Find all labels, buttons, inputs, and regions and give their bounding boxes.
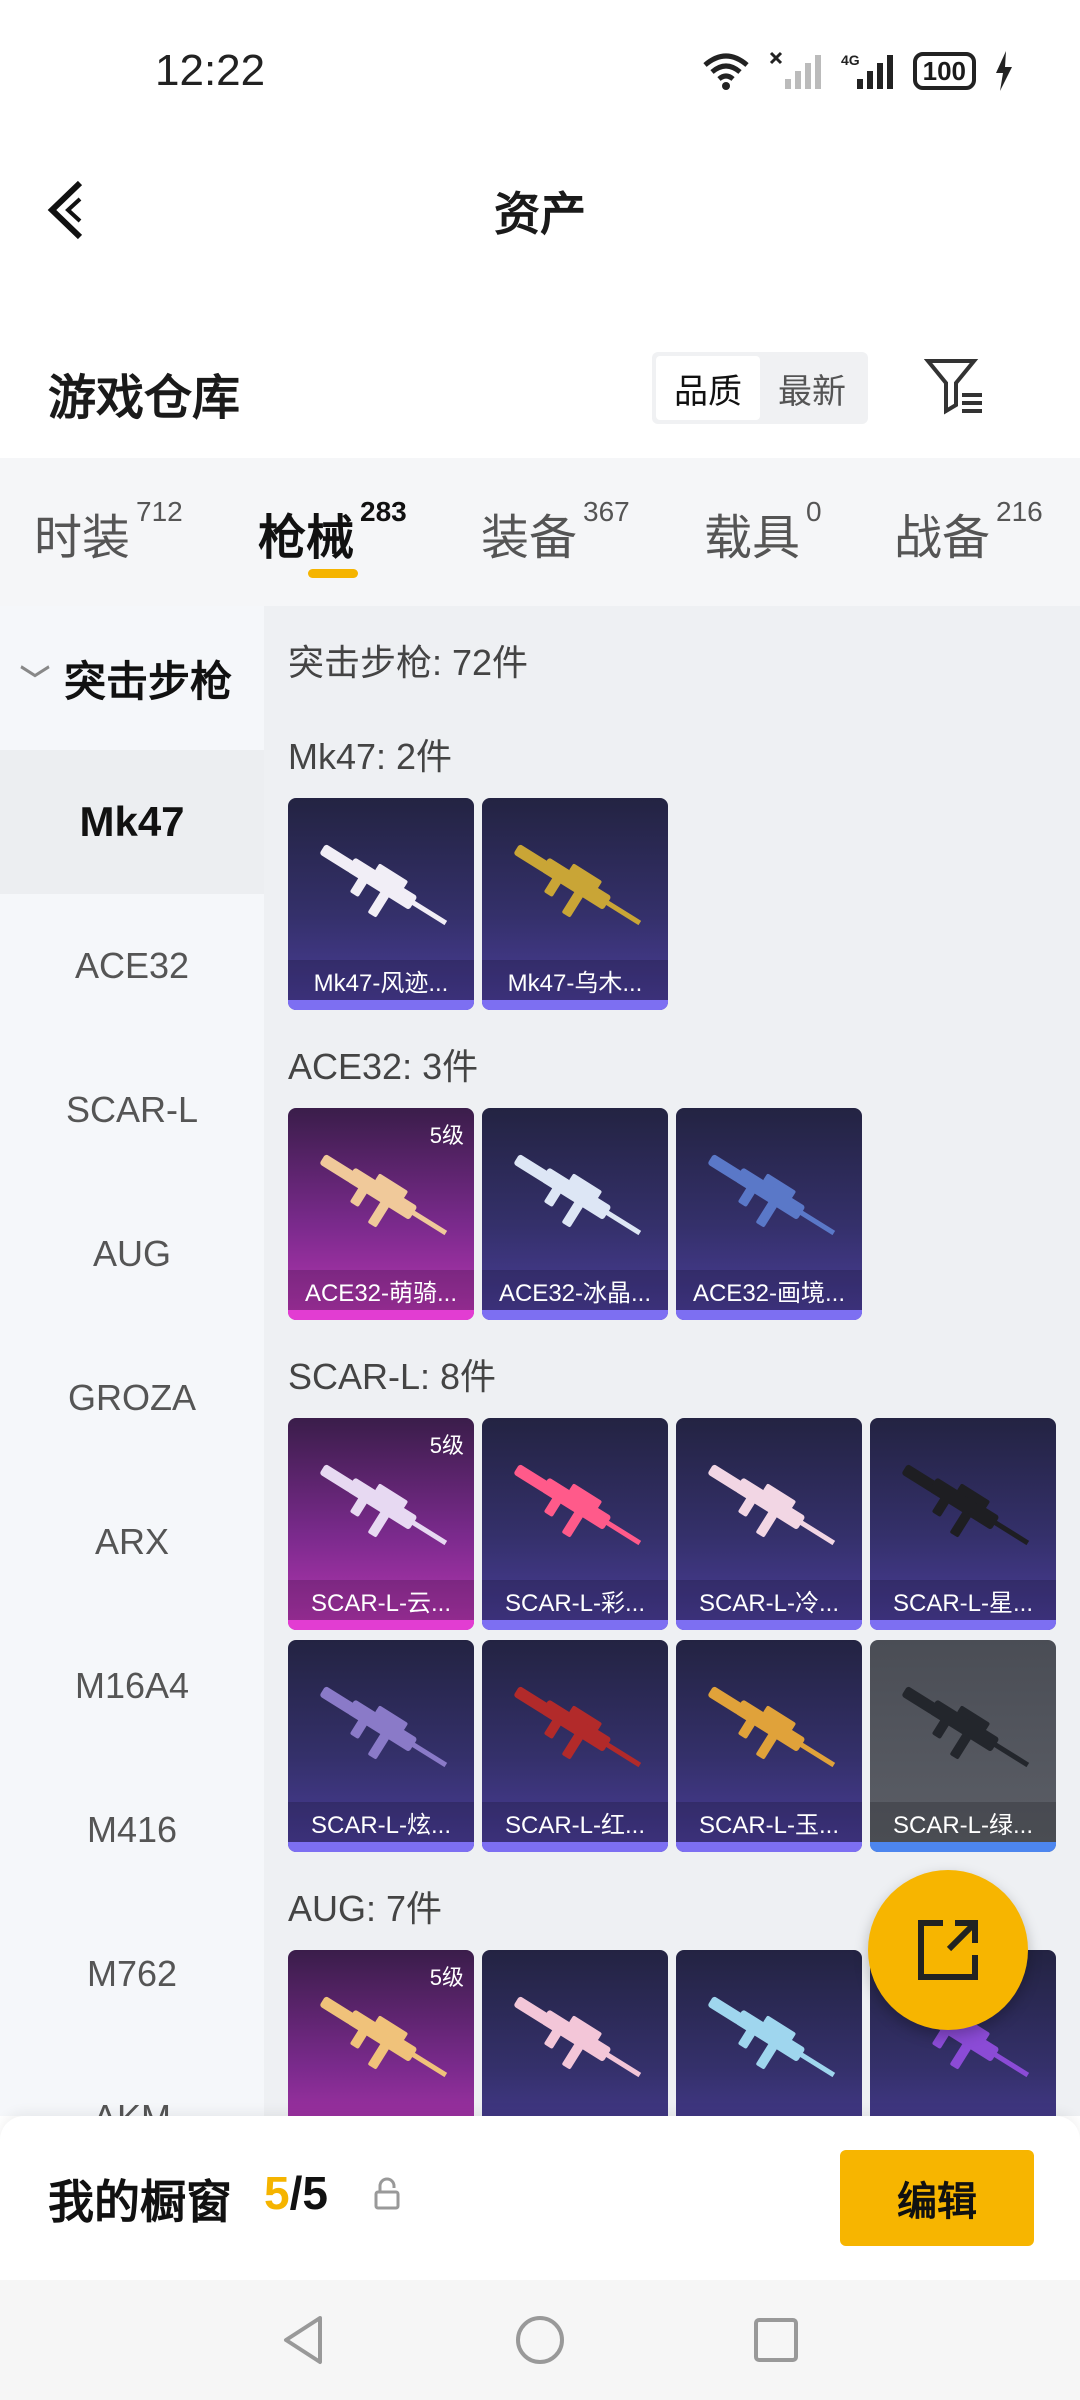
- sort-segmented-control: 品质 最新: [652, 352, 868, 424]
- weapon-card[interactable]: SCAR-L-炫...: [288, 1640, 474, 1852]
- group-title-ace32: ACE32: 3件: [288, 1046, 479, 1087]
- sidebar-item-aug[interactable]: AUG: [0, 1182, 264, 1326]
- lock-icon: [372, 2176, 402, 2212]
- weapon-card[interactable]: Mk47-风迹...: [288, 798, 474, 1010]
- group-title-scar-l: SCAR-L: 8件: [288, 1356, 497, 1397]
- sidebar-item-scar-l[interactable]: SCAR-L: [0, 1038, 264, 1182]
- sort-quality-button[interactable]: 品质: [656, 356, 760, 420]
- group-title-aug: AUG: 7件: [288, 1888, 443, 1929]
- signal-4g-icon: 4G: [841, 48, 895, 94]
- wifi-icon: [701, 48, 751, 94]
- weapon-skin-image: [708, 1154, 836, 1236]
- weapon-skin-image: [514, 1154, 642, 1236]
- nav-home-icon[interactable]: [512, 2312, 568, 2368]
- filter-icon[interactable]: [923, 355, 986, 417]
- weapon-card[interactable]: Mk47-乌木...: [482, 798, 668, 1010]
- svg-text:4G: 4G: [841, 52, 860, 68]
- nav-back-icon[interactable]: [276, 2312, 332, 2368]
- weapon-skin-image: [320, 1686, 448, 1768]
- sidebar-item-mk47[interactable]: Mk47: [0, 750, 264, 894]
- weapon-skin-image: [708, 1996, 836, 2078]
- sidebar-item-m762[interactable]: M762: [0, 1902, 264, 2046]
- weapon-card[interactable]: [676, 1950, 862, 2116]
- weapon-card[interactable]: SCAR-L-玉...: [676, 1640, 862, 1852]
- sidebar-item-m16a4[interactable]: M16A4: [0, 1614, 264, 1758]
- tab-fashion[interactable]: 时装712: [34, 496, 183, 568]
- weapon-skin-image: [320, 1154, 448, 1236]
- chevron-down-icon: ﹀: [20, 665, 50, 698]
- weapon-skin-image: [514, 1686, 642, 1768]
- showcase-bar: 我的橱窗 5/5 编辑: [0, 2116, 1080, 2280]
- sidebar-item-arx[interactable]: ARX: [0, 1470, 264, 1614]
- weapon-skin-image: [320, 1464, 448, 1546]
- category-tabs: 时装712 枪械283 装备367 载具0 战备216: [0, 458, 1080, 606]
- sidebar-category-header[interactable]: ﹀ 突击步枪: [0, 606, 264, 750]
- sidebar-item-akm[interactable]: AKM: [0, 2046, 264, 2116]
- tab-guns[interactable]: 枪械283: [258, 496, 407, 568]
- sort-latest-button[interactable]: 最新: [760, 356, 864, 420]
- weapon-skin-image: [514, 1464, 642, 1546]
- tab-equipment[interactable]: 装备367: [481, 496, 630, 568]
- status-time: 12:22: [155, 46, 266, 95]
- page-title: 资产: [494, 188, 586, 240]
- group-title-mk47: Mk47: 2件: [288, 736, 453, 777]
- weapon-skin-image: [708, 1464, 836, 1546]
- edit-button[interactable]: 编辑: [840, 2150, 1034, 2246]
- weapon-skin-image: [902, 1686, 1030, 1768]
- weapon-skin-image: [514, 1996, 642, 2078]
- weapon-card[interactable]: ACE32-画境...: [676, 1108, 862, 1320]
- share-button[interactable]: [868, 1870, 1028, 2030]
- showcase-count: 5/5: [264, 2167, 328, 2219]
- weapon-card[interactable]: SCAR-L-冷...: [676, 1418, 862, 1630]
- weapon-skin-image: [708, 1686, 836, 1768]
- showcase-label: 我的橱窗: [48, 2176, 232, 2228]
- weapon-skin-image: [320, 844, 448, 926]
- weapon-skin-image: [902, 1464, 1030, 1546]
- tab-vehicles[interactable]: 载具0: [704, 496, 822, 568]
- weapon-card[interactable]: 5级: [288, 1950, 474, 2116]
- battery-indicator: 100: [912, 52, 976, 90]
- system-nav-bar: [0, 2280, 1080, 2400]
- sidebar-item-ace32[interactable]: ACE32: [0, 894, 264, 1038]
- nav-recents-icon[interactable]: [748, 2312, 804, 2368]
- weapon-card[interactable]: SCAR-L-红...: [482, 1640, 668, 1852]
- weapon-card[interactable]: 5级 ACE32-萌骑...: [288, 1108, 474, 1320]
- weapon-card[interactable]: SCAR-L-星...: [870, 1418, 1056, 1630]
- category-summary: 突击步枪: 72件: [288, 642, 529, 683]
- charging-icon: [994, 48, 1014, 94]
- weapon-card[interactable]: [482, 1950, 668, 2116]
- warehouse-title: 游戏仓库: [48, 372, 241, 425]
- weapon-card[interactable]: SCAR-L-彩...: [482, 1418, 668, 1630]
- signal-off-icon: [769, 48, 823, 94]
- tab-active-indicator: [308, 569, 358, 578]
- weapon-skin-image: [320, 1996, 448, 2078]
- weapon-type-sidebar: ﹀ 突击步枪 Mk47 ACE32 SCAR-L AUG GROZA ARX M…: [0, 606, 264, 2116]
- weapon-card[interactable]: SCAR-L-绿...: [870, 1640, 1056, 1852]
- share-icon: [918, 1920, 978, 1980]
- weapon-card[interactable]: ACE32-冰晶...: [482, 1108, 668, 1320]
- weapon-skin-image: [514, 844, 642, 926]
- weapon-card[interactable]: 5级 SCAR-L-云...: [288, 1418, 474, 1630]
- tab-supplies[interactable]: 战备216: [894, 496, 1043, 568]
- sidebar-item-groza[interactable]: GROZA: [0, 1326, 264, 1470]
- status-icons: 4G 100: [701, 48, 1014, 94]
- status-bar: 12:22 4G 100: [0, 0, 1080, 140]
- sidebar-item-m416[interactable]: M416: [0, 1758, 264, 1902]
